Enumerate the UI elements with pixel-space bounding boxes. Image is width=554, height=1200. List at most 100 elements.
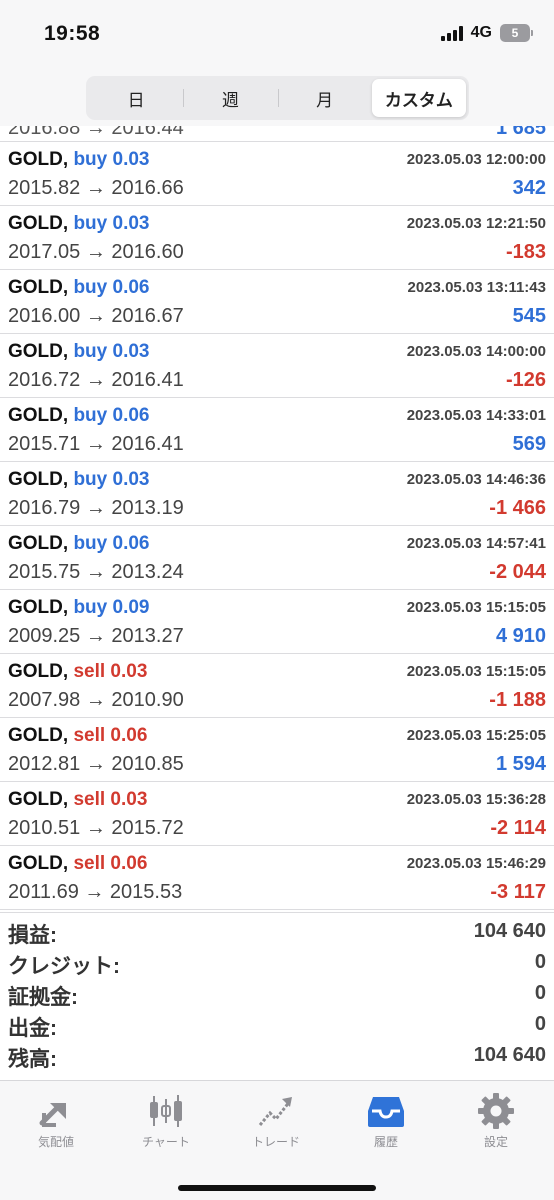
tab-label: 気配値 — [37, 1135, 74, 1149]
trade-profit: -2 114 — [490, 817, 546, 839]
trade-prices: 2009.25 → 2013.27 — [8, 625, 184, 647]
quotes-arrows-icon — [34, 1091, 78, 1131]
trade-side-volume: sell 0.06 — [73, 725, 148, 746]
table-row[interactable]: GOLD, sell 0.03 2023.05.03 15:15:05 2007.9… — [0, 654, 554, 718]
table-row[interactable]: 2016.88 → 2016.44 1 685 — [0, 126, 554, 142]
table-row[interactable]: GOLD, buy 0.03 2023.05.03 14:00:00 2016.72… — [0, 334, 554, 398]
summary-row-withdrawal: 出金: 0 — [0, 1006, 554, 1040]
table-row[interactable]: GOLD, buy 0.06 2023.05.03 14:33:01 2015.71… — [0, 398, 554, 462]
trade-profit: -126 — [505, 369, 546, 391]
home-indicator[interactable] — [178, 1185, 376, 1191]
period-tab-day[interactable]: 日 — [89, 79, 183, 117]
trade-prices: 2015.71 → 2016.41 — [8, 433, 184, 455]
trade-symbol: GOLD, — [8, 597, 69, 618]
trade-symbol: GOLD, — [8, 661, 69, 682]
trade-time: 2023.05.03 15:25:05 — [406, 727, 546, 744]
table-row[interactable]: GOLD, buy 0.06 2023.05.03 14:57:41 2015.75… — [0, 526, 554, 590]
trade-symbol: GOLD, — [8, 533, 69, 554]
trade-symbol: GOLD, — [8, 725, 69, 746]
summary-row-balance: 残高: 104 640 — [0, 1037, 554, 1071]
tab-history[interactable]: 履歴 — [336, 1091, 436, 1155]
trade-prices: 2015.82 → 2016.66 — [8, 177, 184, 199]
network-type: 4G — [470, 24, 492, 41]
summary-value: 0 — [534, 1013, 546, 1035]
trade-prices: 2007.98 → 2010.90 — [8, 689, 184, 711]
summary-value: 0 — [534, 982, 546, 1004]
trade-profit: -2 044 — [489, 561, 546, 583]
tab-label: トレード — [251, 1135, 300, 1149]
trade-side-volume: buy 0.03 — [73, 469, 150, 490]
summary-value: 0 — [534, 951, 546, 973]
trade-prices: 2016.72 → 2016.41 — [8, 369, 184, 391]
trade-symbol: GOLD, — [8, 789, 69, 810]
tab-label: チャート — [142, 1135, 190, 1149]
history-tray-icon — [364, 1091, 408, 1131]
trade-history-list[interactable]: 2016.88 → 2016.44 1 685 GOLD, buy 0.03 20… — [0, 126, 554, 910]
status-bar: 19:58 4G 5 — [0, 0, 554, 70]
trade-side-volume: buy 0.06 — [73, 277, 150, 298]
table-row[interactable]: GOLD, sell 0.03 2023.05.03 15:36:28 2010.5… — [0, 782, 554, 846]
trade-side-volume: buy 0.03 — [73, 341, 150, 362]
period-tab-custom[interactable]: カスタム — [371, 79, 466, 117]
trade-time: 2023.05.03 15:36:28 — [406, 791, 546, 808]
tab-trade[interactable]: トレード — [226, 1091, 326, 1155]
trade-profit: -183 — [505, 241, 546, 263]
trade-side-volume: sell 0.03 — [73, 789, 148, 810]
bottom-tab-bar: 気配値 チャート トレード 履歴 設定 — [0, 1080, 554, 1200]
candlestick-chart-icon — [144, 1091, 188, 1131]
table-row[interactable]: GOLD, buy 0.06 2023.05.03 13:11:43 2016.00… — [0, 270, 554, 334]
period-tab-week[interactable]: 週 — [183, 79, 277, 117]
tab-settings[interactable]: 設定 — [446, 1091, 546, 1155]
summary-value: 104 640 — [473, 1044, 546, 1066]
table-row[interactable]: GOLD, buy 0.09 2023.05.03 15:15:05 2009.25… — [0, 590, 554, 654]
tab-quotes[interactable]: 気配値 — [6, 1091, 106, 1155]
trade-profit: 4 910 — [495, 625, 546, 647]
trade-time: 2023.05.03 15:46:29 — [406, 855, 546, 872]
trade-title: GOLD, buy 0.03 — [8, 149, 150, 171]
trade-time: 2023.05.03 14:33:01 — [406, 407, 546, 424]
summary-row-credit: クレジット: 0 — [0, 944, 554, 978]
table-row[interactable]: GOLD, sell 0.06 2023.05.03 15:46:29 2011.6… — [0, 846, 554, 910]
account-summary: 損益: 104 640 クレジット: 0 証拠金: 0 出金: 0 残高: 10… — [0, 912, 554, 1080]
trade-prices: 2016.88 → 2016.44 — [8, 126, 184, 139]
trade-time: 2023.05.03 14:46:36 — [406, 471, 546, 488]
gear-icon — [474, 1091, 518, 1131]
trade-symbol: GOLD, — [8, 277, 69, 298]
trade-title: GOLD, buy 0.06 — [8, 277, 150, 299]
battery-icon: 5 — [500, 24, 533, 42]
trade-side-volume: buy 0.09 — [73, 597, 150, 618]
trade-prices: 2017.05 → 2016.60 — [8, 241, 184, 263]
trade-prices: 2015.75 → 2013.24 — [8, 561, 184, 583]
trade-side-volume: buy 0.03 — [73, 149, 150, 170]
trade-time: 2023.05.03 15:15:05 — [406, 663, 546, 680]
trade-symbol: GOLD, — [8, 469, 69, 490]
trade-prices: 2016.00 → 2016.67 — [8, 305, 184, 327]
summary-row-profit: 損益: 104 640 — [0, 913, 554, 947]
period-tab-month[interactable]: 月 — [277, 79, 372, 117]
table-row[interactable]: GOLD, buy 0.03 2023.05.03 12:00:00 2015.82… — [0, 142, 554, 206]
trade-side-volume: buy 0.06 — [73, 405, 150, 426]
trade-time: 2023.05.03 14:57:41 — [406, 535, 546, 552]
trade-symbol: GOLD, — [8, 853, 69, 874]
trade-prices: 2012.81 → 2010.85 — [8, 753, 184, 775]
table-row[interactable]: GOLD, buy 0.03 2023.05.03 12:21:50 2017.05… — [0, 206, 554, 270]
tab-chart[interactable]: チャート — [116, 1091, 216, 1155]
trade-profit: -1 188 — [489, 689, 546, 711]
trade-title: GOLD, sell 0.03 — [8, 789, 147, 811]
trade-symbol: GOLD, — [8, 149, 69, 170]
trade-profit: 1 685 — [495, 126, 546, 139]
trade-title: GOLD, buy 0.03 — [8, 213, 150, 235]
trade-profit: 545 — [512, 305, 546, 327]
trade-title: GOLD, buy 0.03 — [8, 469, 150, 491]
trade-time: 2023.05.03 12:00:00 — [406, 151, 546, 168]
summary-label: 残高: — [8, 1048, 57, 1071]
table-row[interactable]: GOLD, sell 0.06 2023.05.03 15:25:05 2012.8… — [0, 718, 554, 782]
trade-profit: 342 — [512, 177, 546, 199]
trade-profit: 569 — [512, 433, 546, 455]
table-row[interactable]: GOLD, buy 0.03 2023.05.03 14:46:36 2016.79… — [0, 462, 554, 526]
status-indicators: 4G 5 — [440, 24, 533, 42]
trade-symbol: GOLD, — [8, 405, 69, 426]
summary-value: 104 640 — [473, 920, 546, 942]
period-segmented-control: 日 週 月 カスタム — [86, 76, 469, 120]
trade-time: 2023.05.03 14:00:00 — [406, 343, 546, 360]
